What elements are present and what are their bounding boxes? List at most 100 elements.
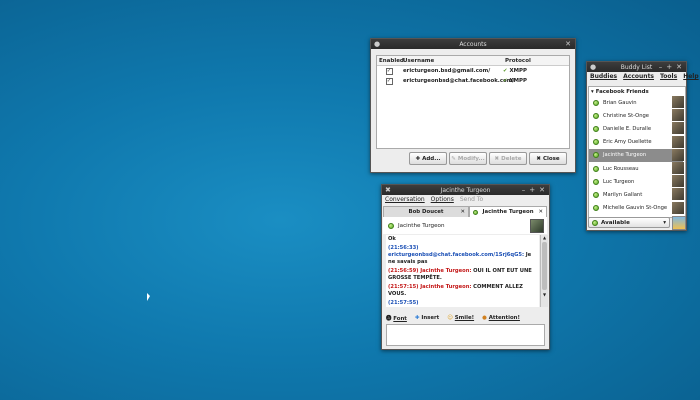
close-icon[interactable]: ✕ (539, 186, 545, 194)
menu-buddies[interactable]: Buddies (590, 73, 617, 80)
buddy-name: Brian Gauvin (603, 99, 637, 106)
modify-icon: ✎ (451, 155, 456, 162)
close-icon[interactable]: ✕ (676, 63, 682, 71)
tab-bob-doucet[interactable]: Bob Doucet ✕ (383, 206, 469, 217)
protocol-cell: XMPP (509, 78, 527, 84)
close-button[interactable]: ✖ Close (529, 152, 567, 165)
buddy-tree: ▾ Facebook Friends Brian Gauvin Christine… (588, 86, 686, 218)
window-menu-icon[interactable]: ✖ (385, 185, 391, 195)
maximize-icon[interactable]: + (529, 186, 535, 194)
menu-conversation[interactable]: Conversation (385, 196, 425, 203)
menu-send-to[interactable]: Send To (460, 196, 483, 203)
delete-label: Delete (501, 155, 522, 162)
group-header[interactable]: ▾ Facebook Friends (589, 87, 685, 96)
buddy-name: Luc Rousseau (603, 165, 639, 172)
delete-button[interactable]: ✖ Delete (489, 152, 527, 165)
enabled-checkbox[interactable]: ✓ (385, 77, 393, 85)
window-menu-icon[interactable]: ● (374, 39, 380, 49)
status-selector[interactable]: Available ▾ (588, 217, 670, 228)
message-timestamp: (21:56:59) (388, 268, 419, 274)
buddy-name: Danielle E. Duralle (603, 125, 652, 132)
accounts-titlebar[interactable]: ● Accounts ✕ (371, 39, 575, 49)
menu-accounts[interactable]: Accounts (623, 73, 654, 80)
chat-titlebar[interactable]: ✖ Jacinthe Turgeon – + ✕ (382, 185, 549, 195)
message-sender: Jacinthe Turgeon: (420, 268, 472, 274)
close-label: Close (542, 155, 560, 162)
col-username[interactable]: Username (403, 58, 501, 64)
available-icon (593, 178, 599, 185)
smile-button[interactable]: ☺ Smile! (447, 315, 474, 321)
insert-button[interactable]: ✚ Insert (415, 315, 439, 321)
attention-icon: ● (482, 315, 487, 321)
contact-header: Jacinthe Turgeon (383, 217, 547, 234)
chat-title: Jacinthe Turgeon (440, 186, 491, 194)
available-icon (593, 191, 599, 198)
attention-button[interactable]: ● Attention! (482, 315, 520, 321)
expander-icon[interactable]: ▾ (591, 89, 594, 95)
buddy-name: Marilyn Gallant (603, 191, 643, 198)
modify-label: Modify... (457, 155, 485, 162)
buddy-name: Christine St-Onge (603, 112, 649, 119)
buddy-name: Jacinthe Turgeon (603, 152, 647, 159)
buddy-row[interactable]: Eric Amy Ouellette (589, 135, 684, 149)
font-button[interactable]: 🅐 Font (386, 314, 407, 322)
add-button[interactable]: ✚ Add... (409, 152, 447, 165)
enabled-checkbox[interactable]: ✓ (385, 67, 393, 75)
close-tab-icon[interactable]: ✕ (460, 209, 465, 215)
buddy-avatar (672, 109, 684, 122)
buddy-list-title: Buddy List (620, 63, 653, 71)
buddy-avatar (672, 96, 684, 108)
message-input[interactable] (386, 324, 545, 346)
group-name: Facebook Friends (595, 88, 649, 95)
message-sender: ericturgeonbsd@chat.facebook.com/1Srj6qG… (388, 252, 525, 258)
buddy-avatar (672, 135, 684, 148)
buddy-avatar (672, 188, 684, 201)
buddy-name: Eric Amy Ouellette (603, 139, 652, 146)
buddy-row[interactable]: Brian Gauvin (589, 96, 684, 109)
buddy-rows: Brian Gauvin Christine St-Onge Danielle E.… (589, 96, 685, 216)
chat-message: (21:57:55) ericturgeonbsd@chat.facebook.… (388, 300, 537, 307)
buddy-row[interactable]: Michelle Gauvin St-Onge (589, 201, 684, 215)
scroll-down-icon[interactable]: ▼ (541, 292, 548, 297)
menu-help[interactable]: Help (683, 73, 698, 80)
close-tab-icon[interactable]: ✕ (538, 209, 543, 215)
buddy-row[interactable]: Luc Turgeon (589, 175, 684, 188)
buddy-row[interactable]: Luc Rousseau (589, 162, 684, 175)
menu-options[interactable]: Options (431, 196, 454, 203)
window-menu-icon[interactable]: ● (590, 62, 596, 72)
modify-button[interactable]: ✎ Modify... (449, 152, 487, 165)
scroll-thumb[interactable] (542, 242, 547, 290)
account-row[interactable]: ✓ ericturgeon.bsd@gmail.com/ ✔ XMPP (377, 66, 569, 76)
message-text: Ok (388, 236, 396, 242)
minimize-icon[interactable]: – (522, 186, 526, 194)
buddy-row[interactable]: Marilyn Gallant (589, 188, 684, 201)
plus-icon: ✚ (415, 155, 421, 162)
minimize-icon[interactable]: – (659, 63, 663, 71)
message-sender: Jacinthe Turgeon: (420, 284, 472, 290)
close-x-icon: ✖ (536, 155, 541, 162)
tab-jacinthe-turgeon[interactable]: Jacinthe Turgeon ✕ (469, 206, 547, 217)
buddy-row[interactable]: Jacinthe Turgeon (589, 148, 684, 162)
buddy-avatar (672, 201, 684, 214)
buddy-icon-button[interactable] (672, 216, 686, 230)
message-timestamp: (21:57:55) (388, 300, 419, 306)
close-icon[interactable]: ✕ (565, 40, 571, 48)
buddy-row[interactable]: Christine St-Onge (589, 109, 684, 122)
available-icon (388, 222, 394, 229)
col-enabled[interactable]: Enabled (377, 58, 404, 64)
buddy-name: Luc Turgeon (603, 178, 635, 185)
history-scrollbar[interactable]: ▲ ▼ (540, 235, 548, 307)
messages: Ok (21:56:33) ericturgeonbsd@chat.faceboo… (388, 236, 537, 307)
maximize-icon[interactable]: + (666, 63, 672, 71)
contact-name: Jacinthe Turgeon (398, 222, 445, 229)
col-protocol[interactable]: Protocol (501, 58, 531, 64)
username-cell: ericturgeonbsd@chat.facebook.com/ (403, 78, 515, 84)
buddy-list-titlebar[interactable]: ● Buddy List – + ✕ (587, 62, 686, 72)
account-row[interactable]: ✓ ericturgeonbsd@chat.facebook.com/ ✔ XM… (377, 76, 569, 86)
chevron-down-icon: ▾ (663, 219, 666, 226)
menu-tools[interactable]: Tools (660, 73, 677, 80)
scroll-up-icon[interactable]: ▲ (541, 235, 548, 240)
mouse-pointer-icon (147, 293, 150, 301)
chat-message: (21:56:59) Jacinthe Turgeon: OUI IL ONT … (388, 268, 537, 282)
buddy-row[interactable]: Danielle E. Duralle (589, 122, 684, 135)
